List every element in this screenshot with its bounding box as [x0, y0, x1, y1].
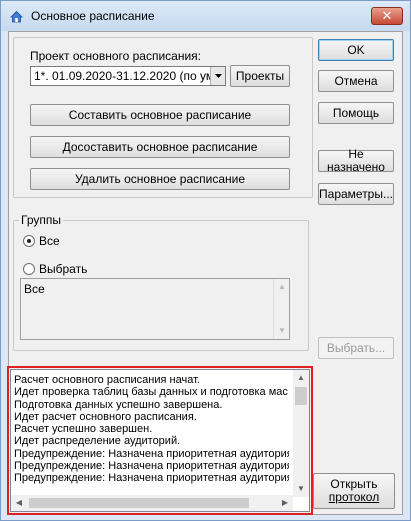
groups-list-scrollbar: ▲ ▼ — [273, 279, 289, 339]
log-line: Подготовка данных успешно завершена. — [14, 398, 223, 411]
title-bar: Основное расписание ✕ — [1, 1, 410, 31]
scroll-up-icon: ▲ — [278, 282, 286, 291]
project-select[interactable]: 1*. 01.09.2020-31.12.2020 (по умолч — [30, 66, 226, 86]
groups-list-value: Все — [24, 282, 45, 296]
scroll-left-icon[interactable]: ◀ — [11, 495, 27, 511]
log-highlight-frame: Расчет основного расписания начат. Идет п… — [7, 366, 313, 515]
chevron-down-icon[interactable] — [210, 67, 225, 85]
groups-select-label: Выбрать — [39, 262, 88, 276]
log-vscroll-thumb[interactable] — [295, 387, 307, 405]
ok-button[interactable]: OK — [318, 39, 394, 61]
log-list[interactable]: Расчет основного расписания начат. Идет п… — [10, 369, 310, 512]
groups-all-radio[interactable] — [23, 235, 35, 247]
groups-select-radio[interactable] — [23, 263, 35, 275]
scroll-down-icon[interactable]: ▼ — [293, 481, 309, 497]
groups-list: Все ▲ ▼ — [20, 278, 290, 340]
project-label: Проект основного расписания: — [30, 49, 202, 63]
scroll-right-icon[interactable]: ▶ — [277, 495, 293, 511]
project-select-value: 1*. 01.09.2020-31.12.2020 (по умолч — [34, 69, 226, 83]
log-line: Предупреждение: Назначена приоритетная а… — [14, 460, 289, 473]
unassigned-button[interactable]: Не назначено — [318, 148, 394, 174]
complete-schedule-button[interactable]: Досоставить основное расписание — [30, 136, 290, 158]
projects-button[interactable]: Проекты — [230, 65, 290, 87]
log-hscroll-thumb[interactable] — [29, 498, 249, 508]
groups-title: Группы — [19, 213, 63, 227]
select-groups-button: Выбрать... — [318, 337, 394, 359]
log-line: Идет проверка таблиц базы данных и подго… — [14, 386, 288, 399]
log-line: Предупреждение: Назначена приоритетная а… — [14, 447, 289, 460]
cancel-button[interactable]: Отмена — [318, 70, 394, 92]
log-line: Предупреждение: Назначена приоритетная а… — [14, 472, 289, 485]
log-horizontal-scrollbar[interactable]: ◀ ▶ — [11, 495, 293, 511]
open-log-label-line2: протокол — [328, 490, 380, 504]
home-icon — [10, 10, 23, 23]
log-line: Идет распределение аудиторий. — [14, 435, 181, 448]
dialog-body: Проект основного расписания: 1*. 01.09.2… — [7, 31, 403, 515]
delete-schedule-button[interactable]: Удалить основное расписание — [30, 168, 290, 190]
compose-schedule-button[interactable]: Составить основное расписание — [30, 104, 290, 126]
log-line: Идет расчет основного расписания. — [14, 410, 197, 423]
log-vertical-scrollbar[interactable]: ▲ ▼ — [293, 370, 309, 497]
parameters-button[interactable]: Параметры... — [318, 183, 394, 205]
dialog-window: Основное расписание ✕ Проект основного р… — [0, 0, 411, 521]
window-title: Основное расписание — [31, 9, 155, 23]
help-button[interactable]: Помощь — [318, 102, 394, 124]
scroll-down-icon: ▼ — [278, 326, 286, 335]
open-log-button[interactable]: Открыть протокол — [313, 473, 395, 509]
scroll-up-icon[interactable]: ▲ — [293, 370, 309, 386]
log-line: Расчет успешно завершен. — [14, 423, 153, 436]
log-line: Расчет основного расписания начат. — [14, 374, 200, 386]
groups-all-label: Все — [39, 234, 60, 248]
close-button[interactable]: ✕ — [371, 7, 403, 25]
log-lines: Расчет основного расписания начат. Идет п… — [14, 374, 289, 485]
